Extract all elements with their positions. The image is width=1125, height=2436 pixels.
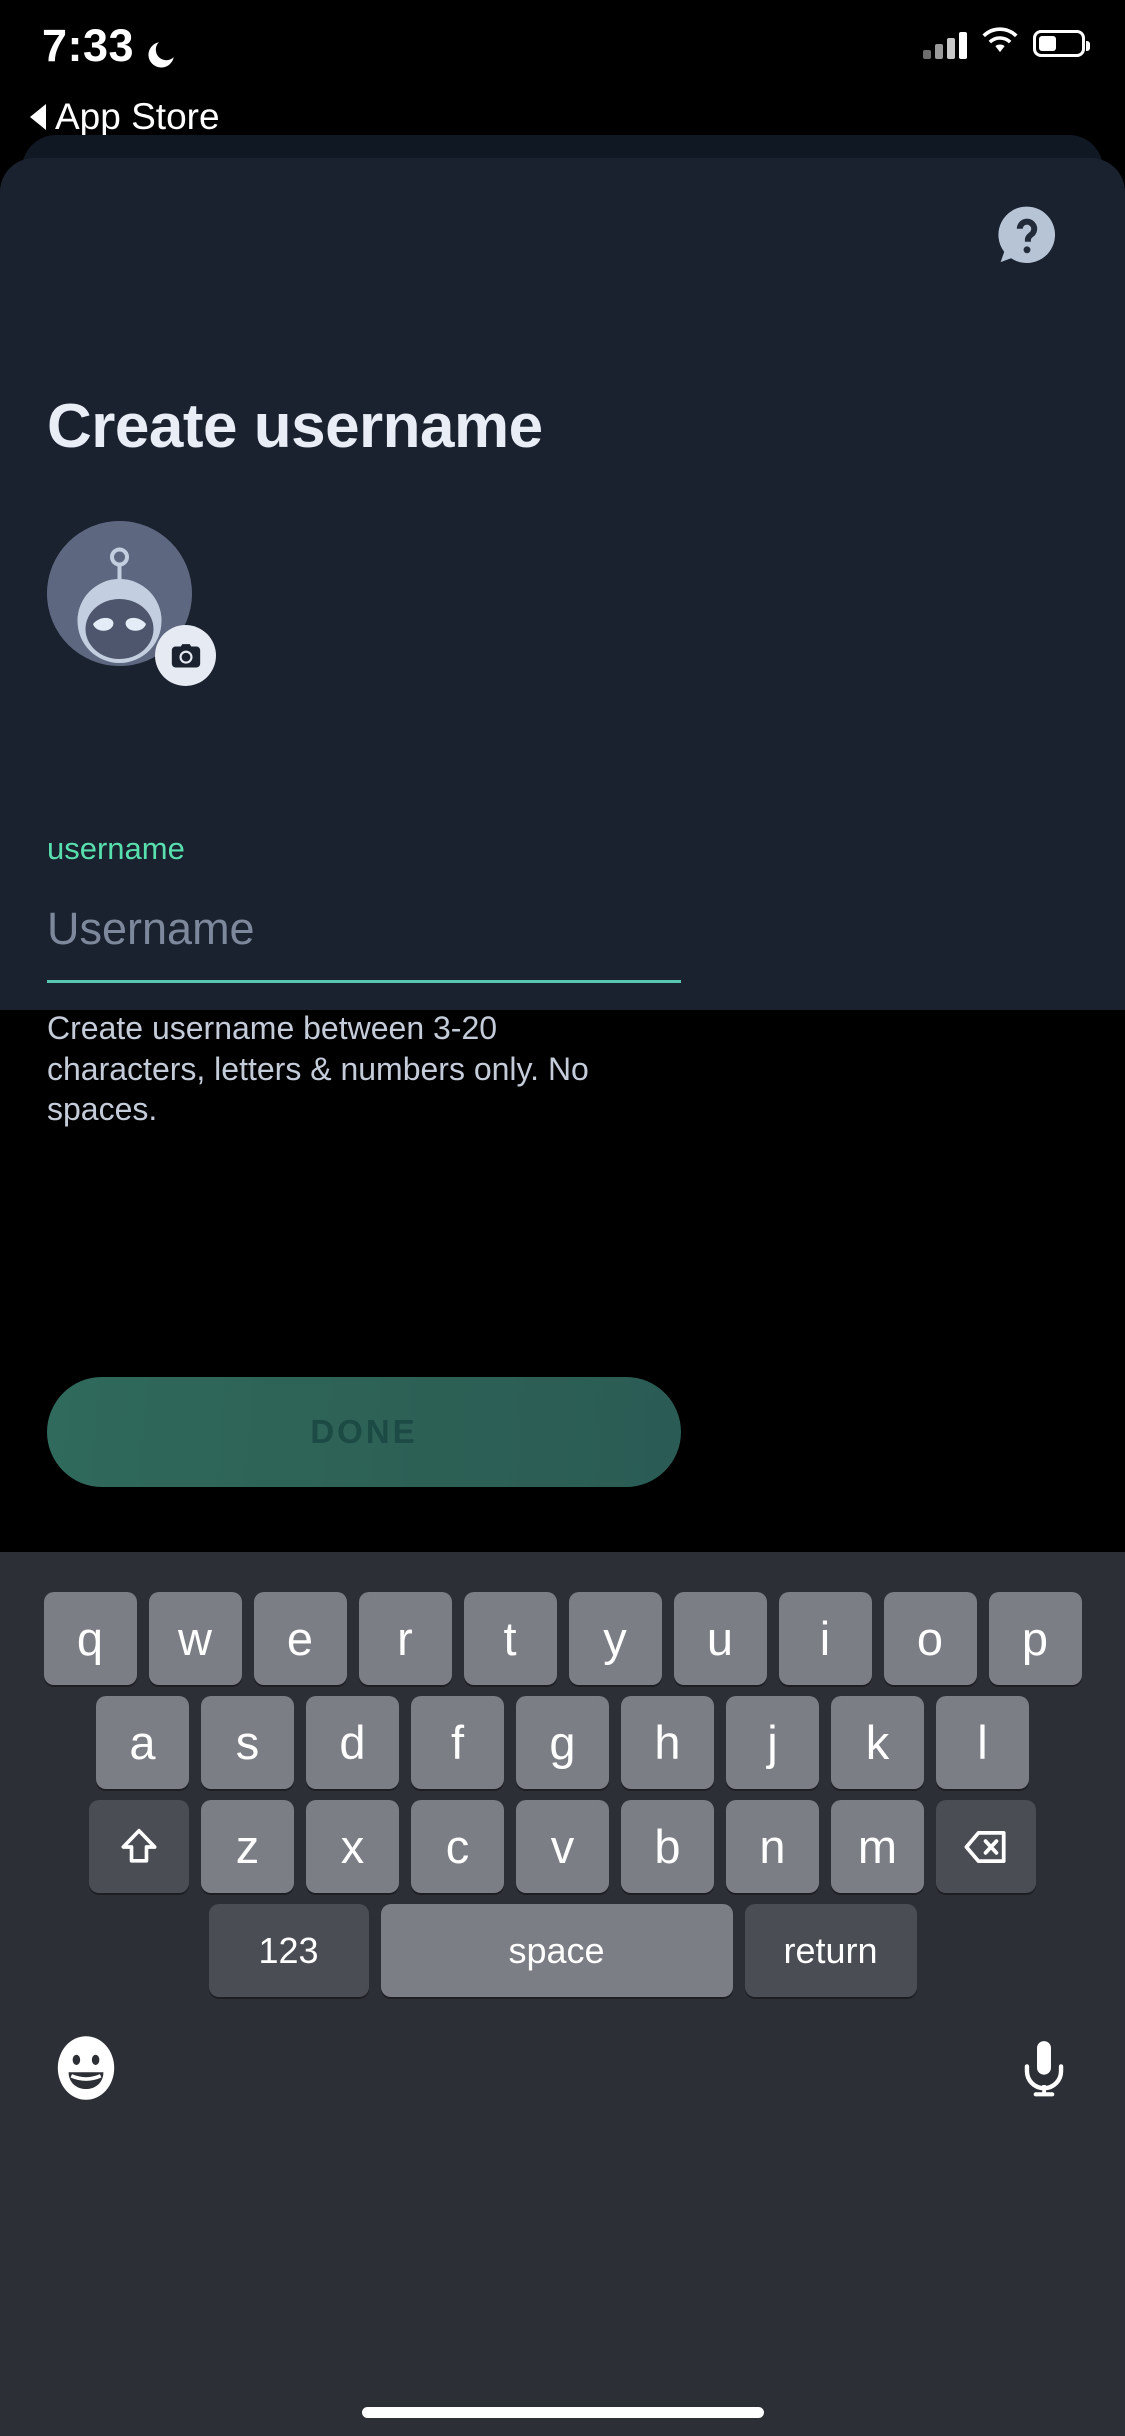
emoji-smiley-icon[interactable]: [50, 2032, 122, 2104]
keyboard-bottom-bar: [0, 2022, 1125, 2132]
space-key[interactable]: space: [380, 1904, 733, 1997]
key-n[interactable]: n: [726, 1800, 819, 1893]
home-indicator: [361, 2407, 764, 2418]
key-k[interactable]: k: [831, 1696, 924, 1789]
key-y[interactable]: y: [568, 1592, 662, 1685]
key-p[interactable]: p: [988, 1592, 1082, 1685]
wifi-icon: [981, 26, 1019, 61]
clock-time: 7:33: [42, 20, 135, 71]
key-f[interactable]: f: [411, 1696, 504, 1789]
keyboard-row-3: zxcvbnm: [0, 1800, 1125, 1893]
keyboard-row-2: asdfghjkl: [0, 1696, 1125, 1789]
return-key[interactable]: return: [744, 1904, 917, 1997]
key-i[interactable]: i: [778, 1592, 872, 1685]
back-arrow-icon: [30, 104, 46, 130]
key-a[interactable]: a: [96, 1696, 189, 1789]
key-g[interactable]: g: [516, 1696, 609, 1789]
help-question-bubble-icon[interactable]: [989, 198, 1065, 274]
status-bar: 7:33: [0, 0, 1125, 92]
page-title: Create username: [47, 392, 543, 461]
keyboard-row-1: qwertyuiop: [0, 1592, 1125, 1685]
keyboard-row-3-letters: zxcvbnm: [201, 1800, 924, 1893]
key-q[interactable]: q: [43, 1592, 137, 1685]
backspace-delete-icon[interactable]: [936, 1800, 1036, 1893]
key-v[interactable]: v: [516, 1800, 609, 1893]
username-field-label: username: [47, 831, 185, 866]
moon-icon: [144, 31, 178, 68]
key-m[interactable]: m: [831, 1800, 924, 1893]
username-input[interactable]: [47, 893, 681, 965]
key-u[interactable]: u: [673, 1592, 767, 1685]
key-o[interactable]: o: [883, 1592, 977, 1685]
keyboard-row-4: 123 space return: [0, 1904, 1125, 1997]
key-z[interactable]: z: [201, 1800, 294, 1893]
numbers-key[interactable]: 123: [208, 1904, 369, 1997]
key-l[interactable]: l: [936, 1696, 1029, 1789]
camera-icon[interactable]: [155, 625, 216, 686]
avatar-area: [47, 521, 337, 721]
status-bar-clock: 7:33: [42, 20, 178, 72]
on-screen-keyboard: qwertyuiop asdfghjkl zxcvbnm 123 space r…: [0, 1552, 1125, 2436]
shift-arrow-icon[interactable]: [89, 1800, 189, 1893]
key-j[interactable]: j: [726, 1696, 819, 1789]
back-to-app-store-link[interactable]: App Store: [30, 96, 220, 138]
key-c[interactable]: c: [411, 1800, 504, 1893]
key-e[interactable]: e: [253, 1592, 347, 1685]
key-x[interactable]: x: [306, 1800, 399, 1893]
username-field-underline: [47, 980, 681, 983]
key-d[interactable]: d: [306, 1696, 399, 1789]
battery-icon: [1033, 30, 1090, 57]
username-helper-text: Create username between 3-20 characters,…: [47, 1010, 589, 1128]
key-b[interactable]: b: [621, 1800, 714, 1893]
key-t[interactable]: t: [463, 1592, 557, 1685]
cellular-bars-icon: [923, 29, 967, 59]
key-s[interactable]: s: [201, 1696, 294, 1789]
phone-screen: 7:33 App Store Create username username …: [0, 0, 1125, 2436]
battery-fill: [1039, 36, 1056, 51]
done-button[interactable]: DONE: [47, 1377, 681, 1487]
key-h[interactable]: h: [621, 1696, 714, 1789]
key-r[interactable]: r: [358, 1592, 452, 1685]
microphone-icon[interactable]: [1013, 2028, 1075, 2108]
back-link-label: App Store: [55, 96, 220, 137]
status-bar-indicators: [923, 26, 1090, 61]
key-w[interactable]: w: [148, 1592, 242, 1685]
